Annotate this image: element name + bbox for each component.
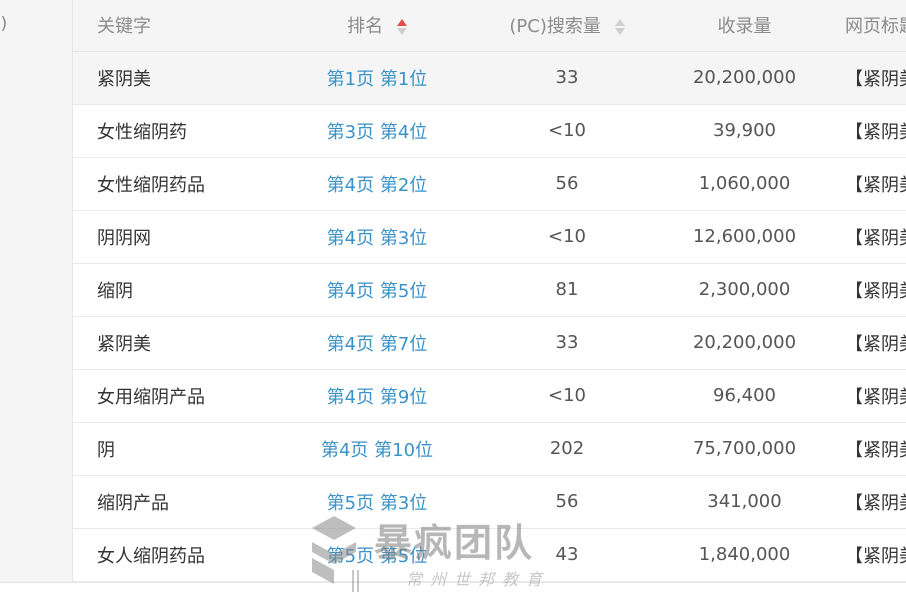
rank-cell[interactable]: 第4页 第9位 <box>282 369 472 422</box>
keyword-cell: 女性缩阴药品 <box>97 174 205 196</box>
rank-link[interactable]: 第4页 第3位 <box>327 228 428 249</box>
page-title-cell: 【紧阴美 <box>845 227 906 249</box>
search-volume-cell: 56 <box>555 173 579 194</box>
sort-asc-icon[interactable] <box>396 17 407 37</box>
rank-link[interactable]: 第3页 第4位 <box>327 122 428 143</box>
indexed-cell: 20,200,000 <box>692 332 797 353</box>
rank-link[interactable]: 第4页 第2位 <box>327 175 428 196</box>
table-row: 女性缩阴药 第3页 第4位 <10 39,900 【紧阴美 <box>73 104 906 157</box>
keyword-ranking-table: 关键字 排名 (PC)搜索量 收录量 网页标题 紧阴美 第1页 第1位 33 20,2… <box>73 0 906 582</box>
keyword-cell: 女用缩阴产品 <box>97 386 205 408</box>
table-row: 紧阴美 第4页 第7位 33 20,200,000 【紧阴美 <box>73 316 906 369</box>
search-volume-cell: 33 <box>555 332 579 353</box>
indexed-cell: 2,300,000 <box>698 279 791 300</box>
header-rank[interactable]: 排名 <box>282 0 472 52</box>
header-indexed: 收录量 <box>662 0 827 52</box>
header-page-title: 网页标题 <box>827 0 906 52</box>
table-row: 女人缩阴药品 第5页 第5位 43 1,840,000 【紧阴美 <box>73 528 906 581</box>
page: () 关键字 排名 (PC)搜索量 收录量 网页标题 <box>0 0 906 596</box>
search-volume-cell: 81 <box>555 279 579 300</box>
left-panel: () <box>0 0 73 582</box>
table-row: 阴 第4页 第10位 202 75,700,000 【紧阴美 <box>73 422 906 475</box>
search-volume-cell: 33 <box>555 67 579 88</box>
left-panel-label: () <box>0 14 8 34</box>
page-title-cell: 【紧阴美 <box>845 333 906 355</box>
table-row: 缩阴产品 第5页 第3位 56 341,000 【紧阴美 <box>73 475 906 528</box>
search-volume-cell: 43 <box>555 544 579 565</box>
page-title-cell: 【紧阴美 <box>845 386 906 408</box>
sort-icon[interactable] <box>614 17 625 37</box>
keyword-cell: 紧阴美 <box>97 333 151 355</box>
rank-cell[interactable]: 第4页 第2位 <box>282 157 472 210</box>
rank-link[interactable]: 第1页 第1位 <box>327 69 428 90</box>
table-row: 紧阴美 第1页 第1位 33 20,200,000 【紧阴美 <box>73 51 906 104</box>
search-volume-cell: 56 <box>555 491 579 512</box>
rank-cell[interactable]: 第4页 第7位 <box>282 316 472 369</box>
table-row: 女性缩阴药品 第4页 第2位 56 1,060,000 【紧阴美 <box>73 157 906 210</box>
bottom-strip <box>0 582 906 596</box>
keyword-cell: 女人缩阴药品 <box>97 545 205 567</box>
rank-link[interactable]: 第4页 第5位 <box>327 281 428 302</box>
rank-cell[interactable]: 第3页 第4位 <box>282 104 472 157</box>
page-title-cell: 【紧阴美 <box>845 68 906 90</box>
keyword-cell: 缩阴 <box>97 280 133 302</box>
rank-cell[interactable]: 第1页 第1位 <box>282 51 472 104</box>
rank-cell[interactable]: 第5页 第3位 <box>282 475 472 528</box>
indexed-cell: 1,840,000 <box>698 544 791 565</box>
search-volume-cell: <10 <box>548 385 586 406</box>
rank-cell[interactable]: 第4页 第3位 <box>282 210 472 263</box>
indexed-cell: 75,700,000 <box>692 438 797 459</box>
table-row: 缩阴 第4页 第5位 81 2,300,000 【紧阴美 <box>73 263 906 316</box>
indexed-cell: 20,200,000 <box>692 67 797 88</box>
page-title-cell: 【紧阴美 <box>845 121 906 143</box>
search-volume-cell: <10 <box>548 226 586 247</box>
header-search-volume[interactable]: (PC)搜索量 <box>472 0 662 52</box>
indexed-cell: 12,600,000 <box>692 226 797 247</box>
header-rank-label: 排名 <box>347 16 384 38</box>
page-title-cell: 【紧阴美 <box>845 174 906 196</box>
keyword-cell: 阴 <box>97 439 115 461</box>
page-title-cell: 【紧阴美 <box>845 439 906 461</box>
rank-cell[interactable]: 第4页 第10位 <box>282 422 472 475</box>
page-title-cell: 【紧阴美 <box>845 545 906 567</box>
rank-link[interactable]: 第4页 第7位 <box>327 334 428 355</box>
table-header-row: 关键字 排名 (PC)搜索量 收录量 网页标题 <box>73 0 906 52</box>
rank-link[interactable]: 第5页 第3位 <box>327 493 428 514</box>
indexed-cell: 96,400 <box>713 385 776 406</box>
keyword-cell: 阴阴网 <box>97 227 151 249</box>
rank-cell[interactable]: 第4页 第5位 <box>282 263 472 316</box>
search-volume-cell: 202 <box>549 438 585 459</box>
table-row: 阴阴网 第4页 第3位 <10 12,600,000 【紧阴美 <box>73 210 906 263</box>
page-title-cell: 【紧阴美 <box>845 492 906 514</box>
header-keyword: 关键字 <box>73 0 282 52</box>
search-volume-cell: <10 <box>548 120 586 141</box>
keyword-cell: 女性缩阴药 <box>97 121 187 143</box>
page-title-cell: 【紧阴美 <box>845 280 906 302</box>
indexed-cell: 39,900 <box>713 120 776 141</box>
rank-link[interactable]: 第5页 第5位 <box>327 546 428 567</box>
rank-link[interactable]: 第4页 第10位 <box>321 440 433 461</box>
header-search-volume-label: (PC)搜索量 <box>509 16 601 38</box>
indexed-cell: 1,060,000 <box>698 173 791 194</box>
table-row: 女用缩阴产品 第4页 第9位 <10 96,400 【紧阴美 <box>73 369 906 422</box>
rank-cell[interactable]: 第5页 第5位 <box>282 528 472 581</box>
keyword-cell: 紧阴美 <box>97 68 151 90</box>
keyword-cell: 缩阴产品 <box>97 492 169 514</box>
indexed-cell: 341,000 <box>707 491 782 512</box>
rank-link[interactable]: 第4页 第9位 <box>327 387 428 408</box>
